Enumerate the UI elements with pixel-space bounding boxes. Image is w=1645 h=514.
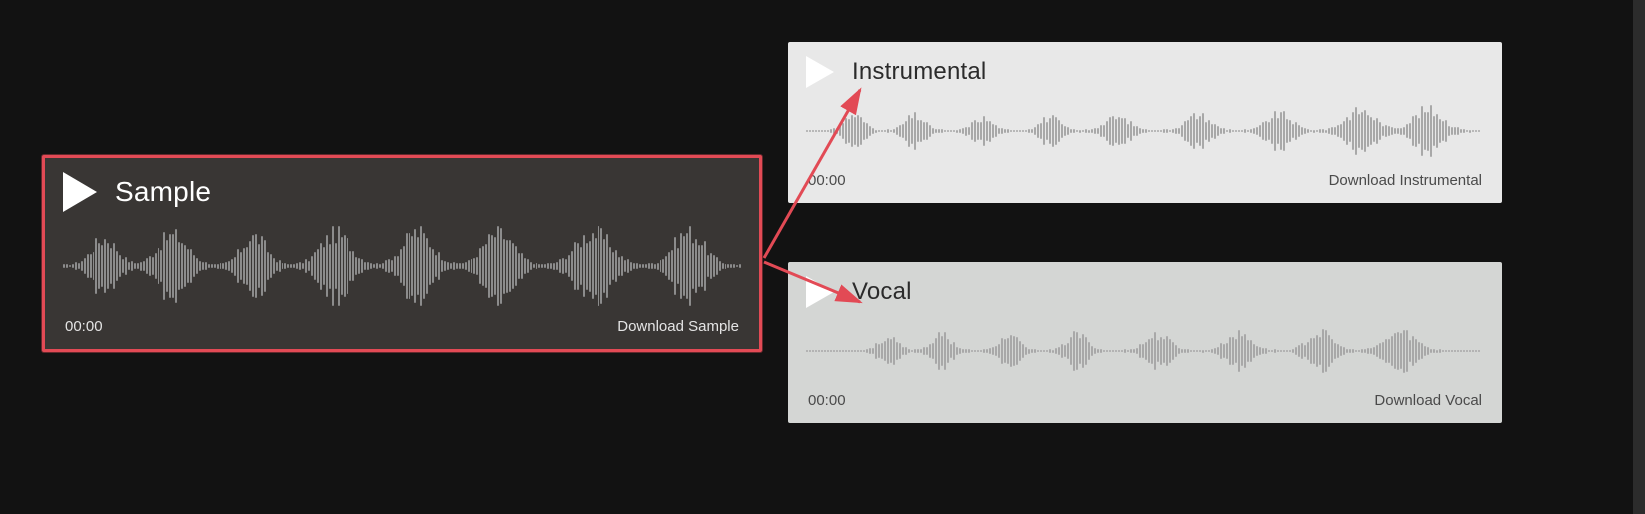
vocal-download-link[interactable]: Download Vocal <box>1374 392 1482 409</box>
vocal-time: 00:00 <box>808 392 846 409</box>
sample-time: 00:00 <box>65 318 103 335</box>
stage: Sample 00:00 Download Sample Instrumenta… <box>0 0 1645 514</box>
instrumental-waveform[interactable] <box>788 96 1502 166</box>
instrumental-title: Instrumental <box>852 58 986 86</box>
instrumental-time: 00:00 <box>808 172 846 189</box>
sample-download-link[interactable]: Download Sample <box>617 318 739 335</box>
sample-title: Sample <box>115 176 211 208</box>
right-edge-strip <box>1633 0 1645 514</box>
play-icon[interactable] <box>806 56 834 88</box>
vocal-waveform[interactable] <box>788 316 1502 386</box>
instrumental-download-link[interactable]: Download Instrumental <box>1329 172 1482 189</box>
sample-waveform[interactable] <box>45 220 759 312</box>
vocal-footer: 00:00 Download Vocal <box>788 386 1502 423</box>
vocal-header: Vocal <box>788 262 1502 316</box>
instrumental-footer: 00:00 Download Instrumental <box>788 166 1502 203</box>
sample-footer: 00:00 Download Sample <box>45 312 759 349</box>
vocal-title: Vocal <box>852 278 912 306</box>
vocal-card: Vocal 00:00 Download Vocal <box>788 262 1502 423</box>
sample-card: Sample 00:00 Download Sample <box>42 155 762 352</box>
play-icon[interactable] <box>63 172 97 212</box>
play-icon[interactable] <box>806 276 834 308</box>
sample-header: Sample <box>45 158 759 220</box>
instrumental-card: Instrumental 00:00 Download Instrumental <box>788 42 1502 203</box>
instrumental-header: Instrumental <box>788 42 1502 96</box>
